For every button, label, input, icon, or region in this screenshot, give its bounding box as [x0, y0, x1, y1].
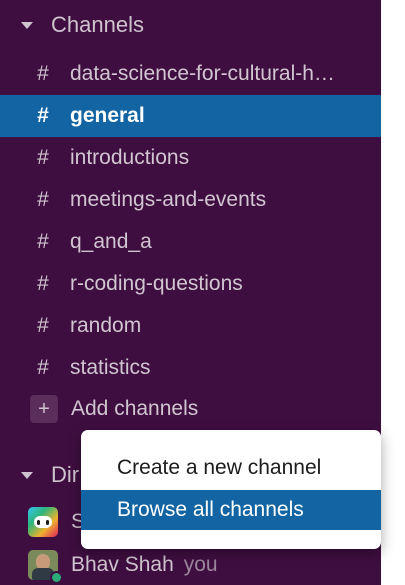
hash-icon: # — [37, 272, 49, 295]
add-channels-label: Add channels — [71, 397, 199, 420]
add-channels-button[interactable]: + Add channels — [0, 388, 381, 430]
direct-messages-section-title: Dir — [51, 462, 80, 487]
hash-icon: # — [37, 146, 49, 169]
hash-icon: # — [37, 62, 49, 85]
add-channels-menu: Create a new channel Browse all channels — [81, 430, 381, 549]
user-photo-avatar — [28, 550, 63, 584]
channel-name: meetings-and-events — [70, 188, 267, 211]
channel-item-introductions[interactable]: # introductions — [0, 137, 381, 179]
channel-name: data-science-for-cultural-h… — [70, 62, 335, 85]
channel-item-meetings-and-events[interactable]: # meetings-and-events — [0, 179, 381, 221]
slackbot-face-icon — [34, 516, 52, 528]
channel-name: random — [70, 314, 142, 337]
caret-down-icon[interactable] — [21, 471, 33, 479]
slackbot-avatar — [28, 507, 58, 537]
hash-icon: # — [37, 104, 49, 127]
channel-name: r-coding-questions — [70, 272, 243, 295]
menu-item-label: Browse all channels — [117, 498, 304, 521]
dm-item-bhav-shah[interactable]: Bhav Shah you — [0, 545, 381, 585]
channel-name: statistics — [70, 356, 151, 379]
presence-online-icon — [50, 571, 63, 584]
channels-section-header[interactable]: Channels — [0, 4, 381, 46]
menu-item-label: Create a new channel — [117, 456, 322, 479]
channel-item-general[interactable]: # general — [0, 95, 381, 137]
hash-icon: # — [37, 230, 49, 253]
dm-name: Bhav Shah — [71, 553, 174, 576]
caret-down-icon[interactable] — [21, 21, 33, 29]
channel-item-r-coding-questions[interactable]: # r-coding-questions — [0, 263, 381, 305]
channels-section-title: Channels — [51, 12, 144, 37]
hash-icon: # — [37, 356, 49, 379]
channel-item-q-and-a[interactable]: # q_and_a — [0, 221, 381, 263]
channel-name: general — [70, 104, 145, 127]
menu-item-create-channel[interactable]: Create a new channel — [81, 448, 381, 488]
plus-icon: + — [30, 395, 58, 423]
menu-item-browse-channels[interactable]: Browse all channels — [81, 490, 381, 530]
channel-item-random[interactable]: # random — [0, 305, 381, 347]
channel-name: introductions — [70, 146, 190, 169]
channel-item-data-science[interactable]: # data-science-for-cultural-h… — [0, 53, 381, 95]
you-label: you — [183, 553, 218, 576]
channel-item-statistics[interactable]: # statistics — [0, 347, 381, 389]
channel-name: q_and_a — [70, 230, 152, 253]
hash-icon: # — [37, 314, 49, 337]
hash-icon: # — [37, 188, 49, 211]
